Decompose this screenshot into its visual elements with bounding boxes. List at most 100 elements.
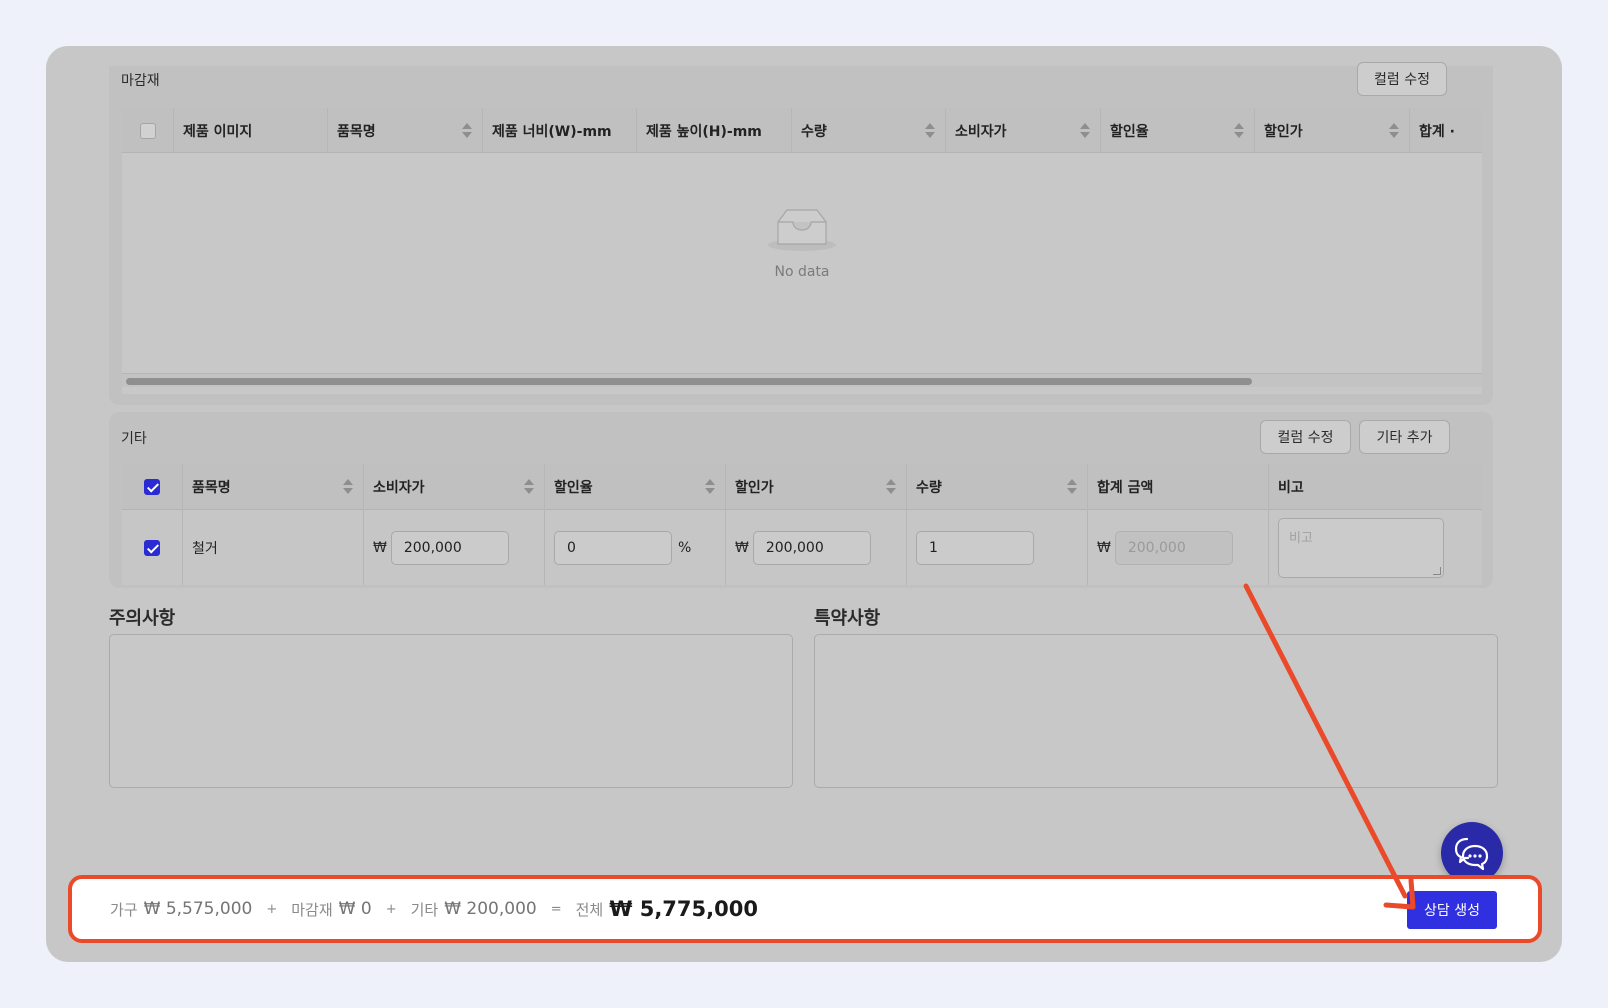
column-header[interactable]: 품목명 [328, 108, 483, 153]
column-header[interactable]: 수량 [907, 464, 1088, 510]
select-all-checkbox[interactable] [144, 479, 160, 495]
sort-icon[interactable] [925, 123, 935, 139]
sort-icon[interactable] [1080, 123, 1090, 139]
column-label: 소비자가 [373, 480, 425, 496]
select-all-checkbox-cell [122, 464, 183, 510]
chat-icon [1454, 837, 1489, 871]
column-label: 소비자가 [955, 123, 1007, 140]
column-header[interactable]: 할인율 [545, 464, 726, 510]
other-section: 기타 컬럼 수정 기타 추가 품목명 소비자가 할인율 할인가 수량 합계 금액… [109, 412, 1493, 588]
select-all-checkbox-cell [122, 108, 174, 153]
finishing-title: 마감재 [121, 73, 160, 89]
other-edit-columns-button[interactable]: 컬럼 수정 [1260, 420, 1351, 454]
consumer-price-input[interactable]: 200,000 [390, 530, 509, 565]
currency-symbol: ₩ [1097, 539, 1111, 556]
column-header[interactable]: 할인가 [726, 464, 907, 510]
column-label: 제품 너비(W)-mm [492, 123, 612, 140]
column-label: 할인율 [1110, 123, 1149, 140]
empty-text: No data [774, 264, 830, 280]
column-header[interactable]: 할인율 [1101, 108, 1255, 153]
column-label: 합계 금액 [1097, 480, 1154, 496]
column-label: 수량 [801, 123, 827, 140]
sort-icon[interactable] [886, 479, 896, 495]
consumer-price-cell: ₩ 200,000 [364, 510, 545, 585]
column-header[interactable]: 소비자가 [946, 108, 1101, 153]
note-cell: 비고 [1269, 510, 1482, 585]
column-label: 품목명 [192, 480, 231, 496]
column-header[interactable]: 할인가 [1255, 108, 1410, 153]
special-terms-label: 특약사항 [814, 608, 881, 629]
currency-symbol: ₩ [735, 539, 749, 556]
furniture-label: 가구 [110, 900, 138, 919]
currency-symbol: ₩ [373, 539, 387, 556]
item-name-cell: 철거 [183, 510, 364, 585]
sort-icon[interactable] [1389, 123, 1399, 139]
percent-sign: % [678, 539, 692, 556]
column-header[interactable]: 품목명 [183, 464, 364, 510]
column-label: 비고 [1278, 480, 1304, 496]
add-other-button[interactable]: 기타 추가 [1359, 420, 1450, 454]
sort-icon[interactable] [705, 479, 715, 495]
column-header: 비고 [1269, 464, 1482, 510]
column-label: 제품 높이(H)-mm [646, 123, 762, 140]
equals-sign: = [550, 901, 562, 917]
row-checkbox[interactable] [144, 539, 160, 556]
column-header: 합계 금액 [1088, 464, 1269, 510]
column-label: 할인가 [735, 480, 774, 496]
column-label: 합계 · [1419, 123, 1455, 140]
discount-rate-cell: 0 % [545, 510, 726, 585]
sort-icon[interactable] [343, 479, 353, 495]
furniture-value: ₩ 5,575,000 [143, 899, 253, 919]
column-header[interactable]: 수량 [792, 108, 946, 153]
column-label: 할인가 [1264, 123, 1303, 140]
create-consultation-button[interactable]: 상담 생성 [1407, 891, 1497, 929]
column-label: 할인율 [554, 480, 593, 496]
column-label: 제품 이미지 [183, 123, 253, 140]
summary-totals: 가구 ₩ 5,575,000 + 마감재 ₩ 0 + 기타 ₩ 200,000 … [110, 879, 758, 939]
special-terms-textarea[interactable] [814, 634, 1498, 788]
caution-label: 주의사항 [109, 608, 176, 629]
empty-inbox-icon [768, 209, 836, 251]
column-label: 품목명 [337, 123, 376, 140]
other-label: 기타 [410, 900, 439, 919]
finishing-section: 마감재 컬럼 수정 제품 이미지 품목명 제품 너비(W)-mm 제품 높이(H… [109, 62, 1493, 405]
empty-state: No data [122, 154, 1482, 330]
quantity-input[interactable]: 1 [916, 530, 1034, 565]
horizontal-scrollbar[interactable] [122, 373, 1482, 387]
other-title: 기타 [121, 431, 147, 447]
sort-icon[interactable] [524, 479, 534, 495]
column-header: 제품 너비(W)-mm [483, 108, 637, 153]
quantity-cell: 1 [907, 510, 1088, 585]
other-table-header: 품목명 소비자가 할인율 할인가 수량 합계 금액 비고 [122, 464, 1482, 510]
discount-price-input[interactable]: 200,000 [752, 530, 871, 565]
column-header: 제품 이미지 [174, 108, 328, 153]
table-row: 철거 ₩ 200,000 0 % ₩ 200,000 1 ₩ 200,000 비… [122, 510, 1482, 585]
plus-sign: + [266, 901, 278, 917]
scrollbar-thumb[interactable] [126, 378, 1252, 385]
plus-sign: + [385, 901, 397, 917]
summary-bar: 가구 ₩ 5,575,000 + 마감재 ₩ 0 + 기타 ₩ 200,000 … [68, 875, 1542, 943]
finishing-label: 마감재 [291, 900, 333, 919]
finishing-table-header: 제품 이미지 품목명 제품 너비(W)-mm 제품 높이(H)-mm 수량 소비… [122, 108, 1482, 153]
note-textarea[interactable]: 비고 [1278, 517, 1444, 578]
total-amount-input: 200,000 [1114, 530, 1233, 565]
total-label: 전체 [575, 900, 604, 919]
column-header: 제품 높이(H)-mm [637, 108, 792, 153]
other-table: 품목명 소비자가 할인율 할인가 수량 합계 금액 비고 철거 ₩ 200,00… [122, 464, 1482, 588]
discount-rate-input[interactable]: 0 [554, 530, 672, 565]
total-value: ₩ 5,775,000 [609, 897, 758, 921]
column-header[interactable]: 소비자가 [364, 464, 545, 510]
finishing-table: 제품 이미지 품목명 제품 너비(W)-mm 제품 높이(H)-mm 수량 소비… [122, 108, 1482, 394]
sort-icon[interactable] [462, 123, 472, 139]
discount-price-cell: ₩ 200,000 [726, 510, 907, 585]
select-all-checkbox[interactable] [139, 122, 156, 139]
column-header: 합계 · [1410, 108, 1482, 153]
caution-textarea[interactable] [109, 634, 793, 788]
finishing-edit-columns-button[interactable]: 컬럼 수정 [1357, 62, 1447, 96]
total-amount-cell: ₩ 200,000 [1088, 510, 1269, 585]
sort-icon[interactable] [1234, 123, 1244, 139]
sort-icon[interactable] [1067, 479, 1077, 495]
modal-overlay: 마감재 컬럼 수정 제품 이미지 품목명 제품 너비(W)-mm 제품 높이(H… [46, 46, 1562, 962]
finishing-value: ₩ 0 [338, 899, 372, 919]
other-value: ₩ 200,000 [444, 899, 537, 919]
